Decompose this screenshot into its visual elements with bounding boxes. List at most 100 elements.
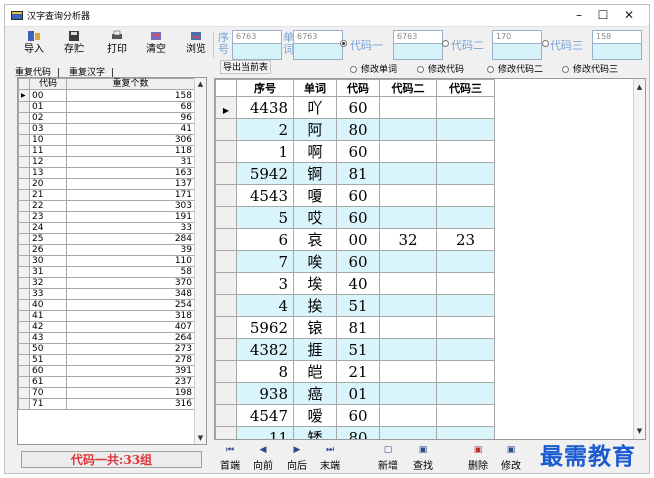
delete-button[interactable]: ▣ 删除	[463, 443, 493, 473]
code3-cell[interactable]	[436, 184, 495, 207]
seq-cell[interactable]: 3	[236, 272, 294, 295]
scroll-down-icon[interactable]: ▼	[195, 432, 206, 444]
seq-cell[interactable]: 4382	[236, 338, 294, 361]
add-record-button[interactable]: ▢ 新增	[373, 443, 403, 473]
row-indicator[interactable]	[215, 250, 237, 273]
code-cell[interactable]: 20	[29, 178, 67, 190]
maximize-button[interactable]: ☐	[589, 7, 617, 24]
code3-cell[interactable]	[436, 338, 495, 361]
row-indicator[interactable]	[18, 244, 30, 256]
code-cell[interactable]: 80	[336, 118, 380, 141]
mode-edit-word[interactable]: 修改单词	[350, 62, 397, 75]
code3-cell[interactable]	[436, 118, 495, 141]
table-row[interactable]: 70 198	[18, 387, 195, 399]
word-cell[interactable]: 皑	[293, 360, 337, 383]
table-row[interactable]: 40 254	[18, 299, 195, 311]
code2-cell[interactable]	[379, 426, 437, 439]
scroll-up-icon[interactable]: ▲	[634, 81, 645, 93]
code-cell[interactable]: 61	[29, 376, 67, 388]
code3-cell[interactable]	[436, 294, 495, 317]
count-cell[interactable]: 191	[66, 211, 195, 223]
row-indicator[interactable]	[18, 299, 30, 311]
word-cell[interactable]: 嗳	[293, 404, 337, 427]
row-indicator[interactable]	[215, 140, 237, 163]
code-cell[interactable]: 60	[336, 96, 380, 119]
code3-field-input[interactable]	[593, 44, 641, 59]
code2-cell[interactable]	[379, 162, 437, 185]
code2-cell[interactable]	[379, 184, 437, 207]
code-cell[interactable]: 60	[336, 184, 380, 207]
table-row[interactable]: 51 278	[18, 354, 195, 366]
count-cell[interactable]: 278	[66, 354, 195, 366]
seq-cell[interactable]: 4438	[236, 96, 294, 119]
table-row[interactable]: 4382 捱 51	[215, 338, 495, 361]
count-cell[interactable]: 137	[66, 178, 195, 190]
table-row[interactable]: 26 39	[18, 244, 195, 256]
row-indicator[interactable]	[18, 156, 30, 168]
table-row[interactable]: 13 163	[18, 167, 195, 179]
table-row[interactable]: 71 316	[18, 398, 195, 410]
word-cell[interactable]: 哀	[293, 228, 337, 251]
table-row[interactable]: 01 68	[18, 101, 195, 113]
table-row[interactable]: 20 137	[18, 178, 195, 190]
seq-cell[interactable]: 11	[236, 426, 294, 439]
col-header-code[interactable]: 代码	[29, 78, 67, 90]
code2-radio[interactable]	[442, 40, 449, 47]
code3-cell[interactable]	[436, 360, 495, 383]
edit-button[interactable]: ▣ 修改	[496, 443, 526, 473]
table-row[interactable]: 33 348	[18, 288, 195, 300]
row-indicator[interactable]	[18, 233, 30, 245]
col-header-code[interactable]: 代码	[336, 79, 380, 97]
table-row[interactable]: 11 118	[18, 145, 195, 157]
code1-radio[interactable]	[340, 40, 347, 47]
row-indicator[interactable]	[18, 277, 30, 289]
clear-button[interactable]: 清空	[141, 29, 171, 61]
count-cell[interactable]: 273	[66, 343, 195, 355]
code2-field[interactable]: 170	[492, 30, 542, 60]
row-indicator[interactable]	[18, 376, 30, 388]
mode-edit-code2[interactable]: 修改代码二	[487, 62, 543, 75]
row-indicator[interactable]	[18, 255, 30, 267]
save-button[interactable]: 存贮	[59, 29, 89, 61]
count-cell[interactable]: 407	[66, 321, 195, 333]
table-row[interactable]: 03 41	[18, 123, 195, 135]
code-cell[interactable]: 00	[336, 228, 380, 251]
code-cell[interactable]: 60	[29, 365, 67, 377]
table-row[interactable]: 30 110	[18, 255, 195, 267]
row-indicator[interactable]	[215, 316, 237, 339]
seq-cell[interactable]: 1	[236, 140, 294, 163]
code2-cell[interactable]	[379, 294, 437, 317]
table-row[interactable]: 22 303	[18, 200, 195, 212]
seq-cell[interactable]: 2	[236, 118, 294, 141]
seq-cell[interactable]: 4	[236, 294, 294, 317]
table-row[interactable]: 7 唉 60	[215, 250, 495, 273]
row-indicator[interactable]	[215, 294, 237, 317]
row-indicator[interactable]	[18, 189, 30, 201]
col-header-word[interactable]: 单词	[293, 79, 337, 97]
row-indicator[interactable]	[18, 332, 30, 344]
row-indicator[interactable]	[18, 365, 30, 377]
row-indicator[interactable]	[18, 288, 30, 300]
count-cell[interactable]: 264	[66, 332, 195, 344]
code-cell[interactable]: 51	[336, 294, 380, 317]
word-cell[interactable]: 哎	[293, 206, 337, 229]
word-cell[interactable]: 嗄	[293, 184, 337, 207]
code2-cell[interactable]: 32	[379, 228, 437, 251]
count-cell[interactable]: 303	[66, 200, 195, 212]
main-grid-scrollbar[interactable]: ▲ ▼	[633, 79, 645, 439]
table-row[interactable]: 42 407	[18, 321, 195, 333]
word-cell[interactable]: 埃	[293, 272, 337, 295]
code3-cell[interactable]	[436, 382, 495, 405]
table-row[interactable]: 24 33	[18, 222, 195, 234]
seq-field[interactable]: 6763	[232, 30, 282, 60]
search-button[interactable]: ▣ 查找	[408, 443, 438, 473]
table-row[interactable]: 8 皑 21	[215, 360, 495, 383]
code3-field[interactable]: 158	[592, 30, 642, 60]
main-data-grid[interactable]: 序号 单词 代码 代码二 代码三 4438吖602阿801啊605942锕814…	[214, 78, 646, 440]
row-indicator[interactable]	[215, 206, 237, 229]
code3-cell[interactable]	[436, 316, 495, 339]
table-row[interactable]: 02 96	[18, 112, 195, 124]
row-indicator[interactable]	[18, 112, 30, 124]
code-cell[interactable]: 60	[336, 404, 380, 427]
table-row[interactable]: 938 癌 01	[215, 382, 495, 405]
